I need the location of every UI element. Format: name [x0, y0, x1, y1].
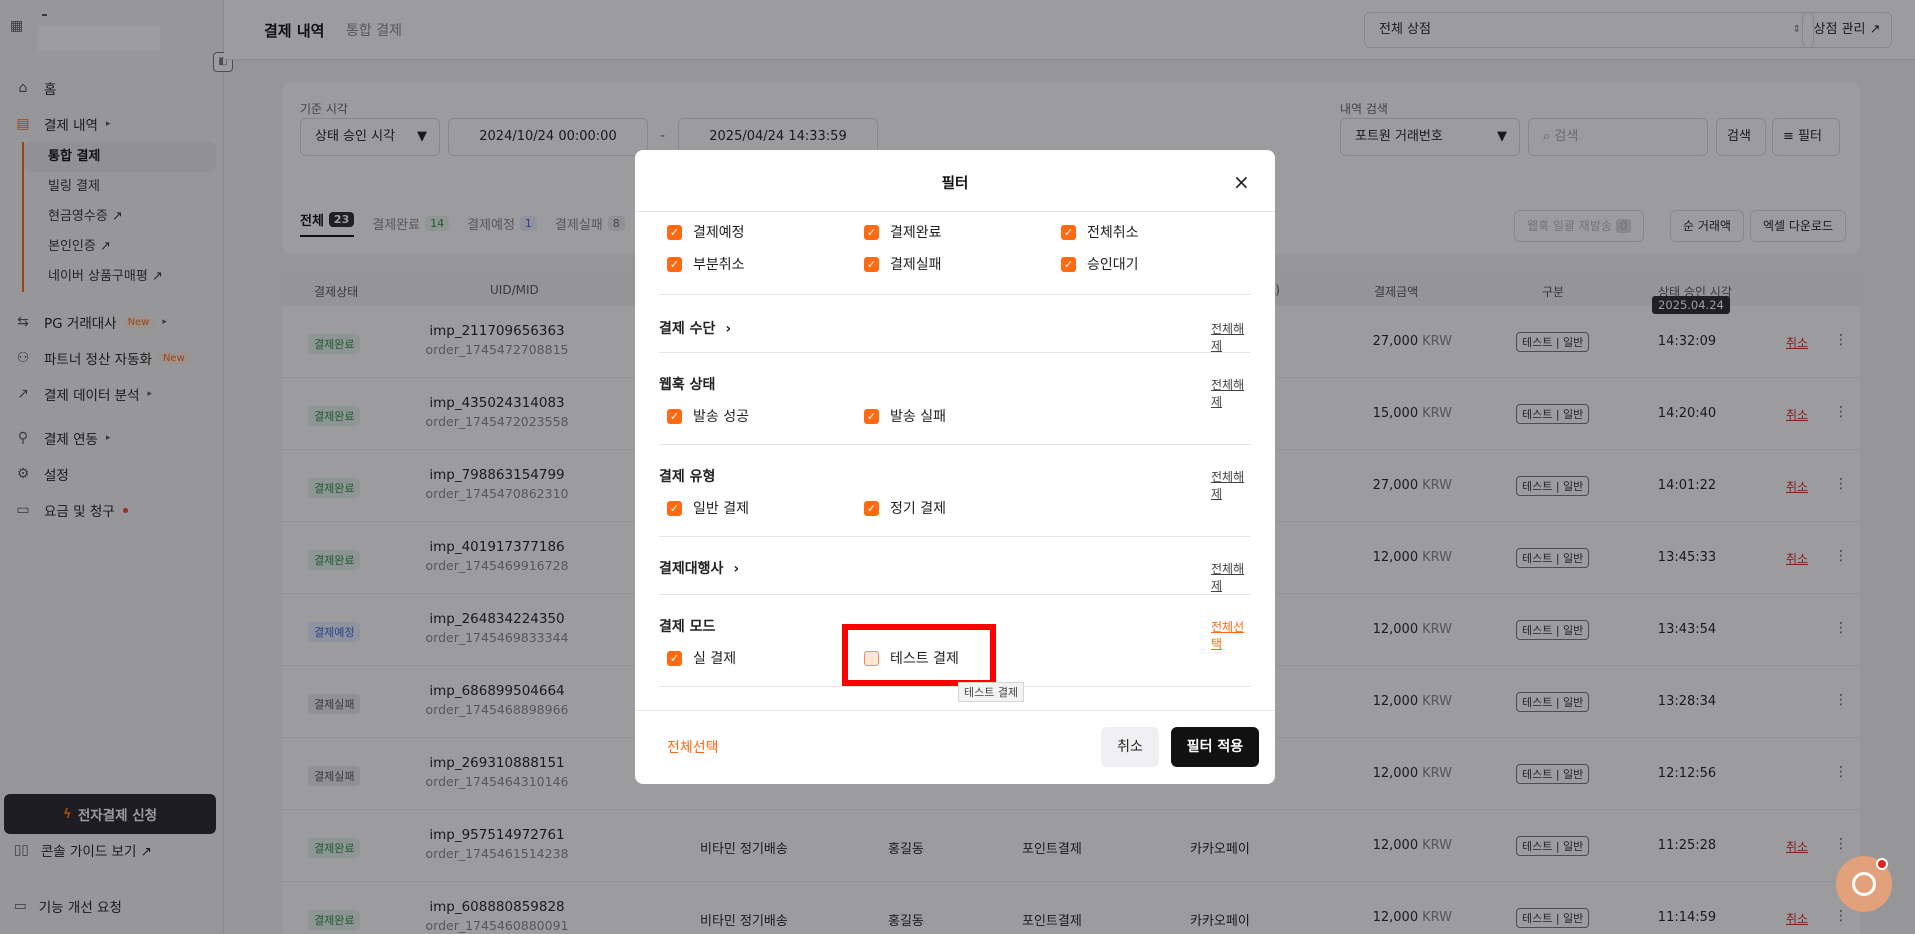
checkbox-tooltip: 테스트 결제	[958, 682, 1025, 702]
checkbox-checked-icon: ✓	[667, 650, 682, 666]
chat-support-icon[interactable]	[1836, 856, 1892, 912]
checkbox-status-failed[interactable]: ✓ 결제실패	[864, 254, 942, 274]
checkbox-status-scheduled[interactable]: ✓ 결제예정	[667, 222, 745, 242]
method-deselect-all[interactable]: 전체해제	[1211, 320, 1251, 354]
checkbox-type-normal[interactable]: ✓ 일반 결제	[667, 498, 749, 518]
checkbox-status-partial-cancel[interactable]: ✓ 부분취소	[667, 254, 745, 274]
cancel-button[interactable]: 취소	[1101, 727, 1159, 767]
mode-select-all[interactable]: 전체선택	[1211, 618, 1251, 652]
filter-modal: 필터 × ✓ 결제예정 ✓ 결제완료 ✓ 전체취소 ✓ 부분취소 ✓ 결제실패 ✓ 승인대기…	[635, 150, 1275, 784]
filter-modal-body: ✓ 결제예정 ✓ 결제완료 ✓ 전체취소 ✓ 부분취소 ✓ 결제실패 ✓ 승인대기 결제 수…	[659, 212, 1251, 694]
checkbox-webhook-fail[interactable]: ✓ 발송 실패	[864, 406, 946, 426]
checkbox-type-recurring[interactable]: ✓ 정기 결제	[864, 498, 946, 518]
checkbox-checked-icon: ✓	[864, 408, 879, 424]
close-icon[interactable]: ×	[1233, 170, 1250, 194]
apply-filter-button[interactable]: 필터 적용	[1171, 727, 1259, 767]
checkbox-checked-icon: ✓	[667, 256, 682, 272]
checkbox-checked-icon: ✓	[1061, 256, 1076, 272]
section-webhook-status: 웹훅 상태	[659, 377, 716, 393]
type-deselect-all[interactable]: 전체해제	[1211, 468, 1251, 502]
checkbox-checked-icon: ✓	[667, 224, 682, 240]
chevron-right-icon: ›	[725, 321, 732, 337]
checkbox-checked-icon: ✓	[864, 256, 879, 272]
section-payment-method[interactable]: 결제 수단 ›	[659, 318, 731, 338]
checkbox-status-pending[interactable]: ✓ 승인대기	[1061, 254, 1139, 274]
pg-deselect-all[interactable]: 전체해제	[1211, 560, 1251, 594]
notification-dot	[1876, 858, 1888, 870]
checkbox-checked-icon: ✓	[667, 500, 682, 516]
section-payment-type: 결제 유형	[659, 469, 716, 485]
checkbox-status-complete[interactable]: ✓ 결제완료	[864, 222, 942, 242]
checkbox-status-full-cancel[interactable]: ✓ 전체취소	[1061, 222, 1139, 242]
checkbox-checked-icon: ✓	[864, 224, 879, 240]
chevron-right-icon: ›	[733, 561, 740, 577]
footer-select-all-button[interactable]: 전체선택	[667, 737, 719, 757]
checkbox-mode-live[interactable]: ✓ 실 결제	[667, 648, 736, 668]
checkbox-checked-icon: ✓	[667, 408, 682, 424]
checkbox-checked-icon: ✓	[1061, 224, 1076, 240]
highlight-box	[842, 624, 996, 686]
modal-title: 필터	[941, 176, 969, 192]
checkbox-checked-icon: ✓	[864, 500, 879, 516]
checkbox-webhook-success[interactable]: ✓ 발송 성공	[667, 406, 749, 426]
webhook-deselect-all[interactable]: 전체해제	[1211, 376, 1251, 410]
section-payment-mode: 결제 모드	[659, 619, 716, 635]
section-pg[interactable]: 결제대행사 ›	[659, 558, 739, 578]
